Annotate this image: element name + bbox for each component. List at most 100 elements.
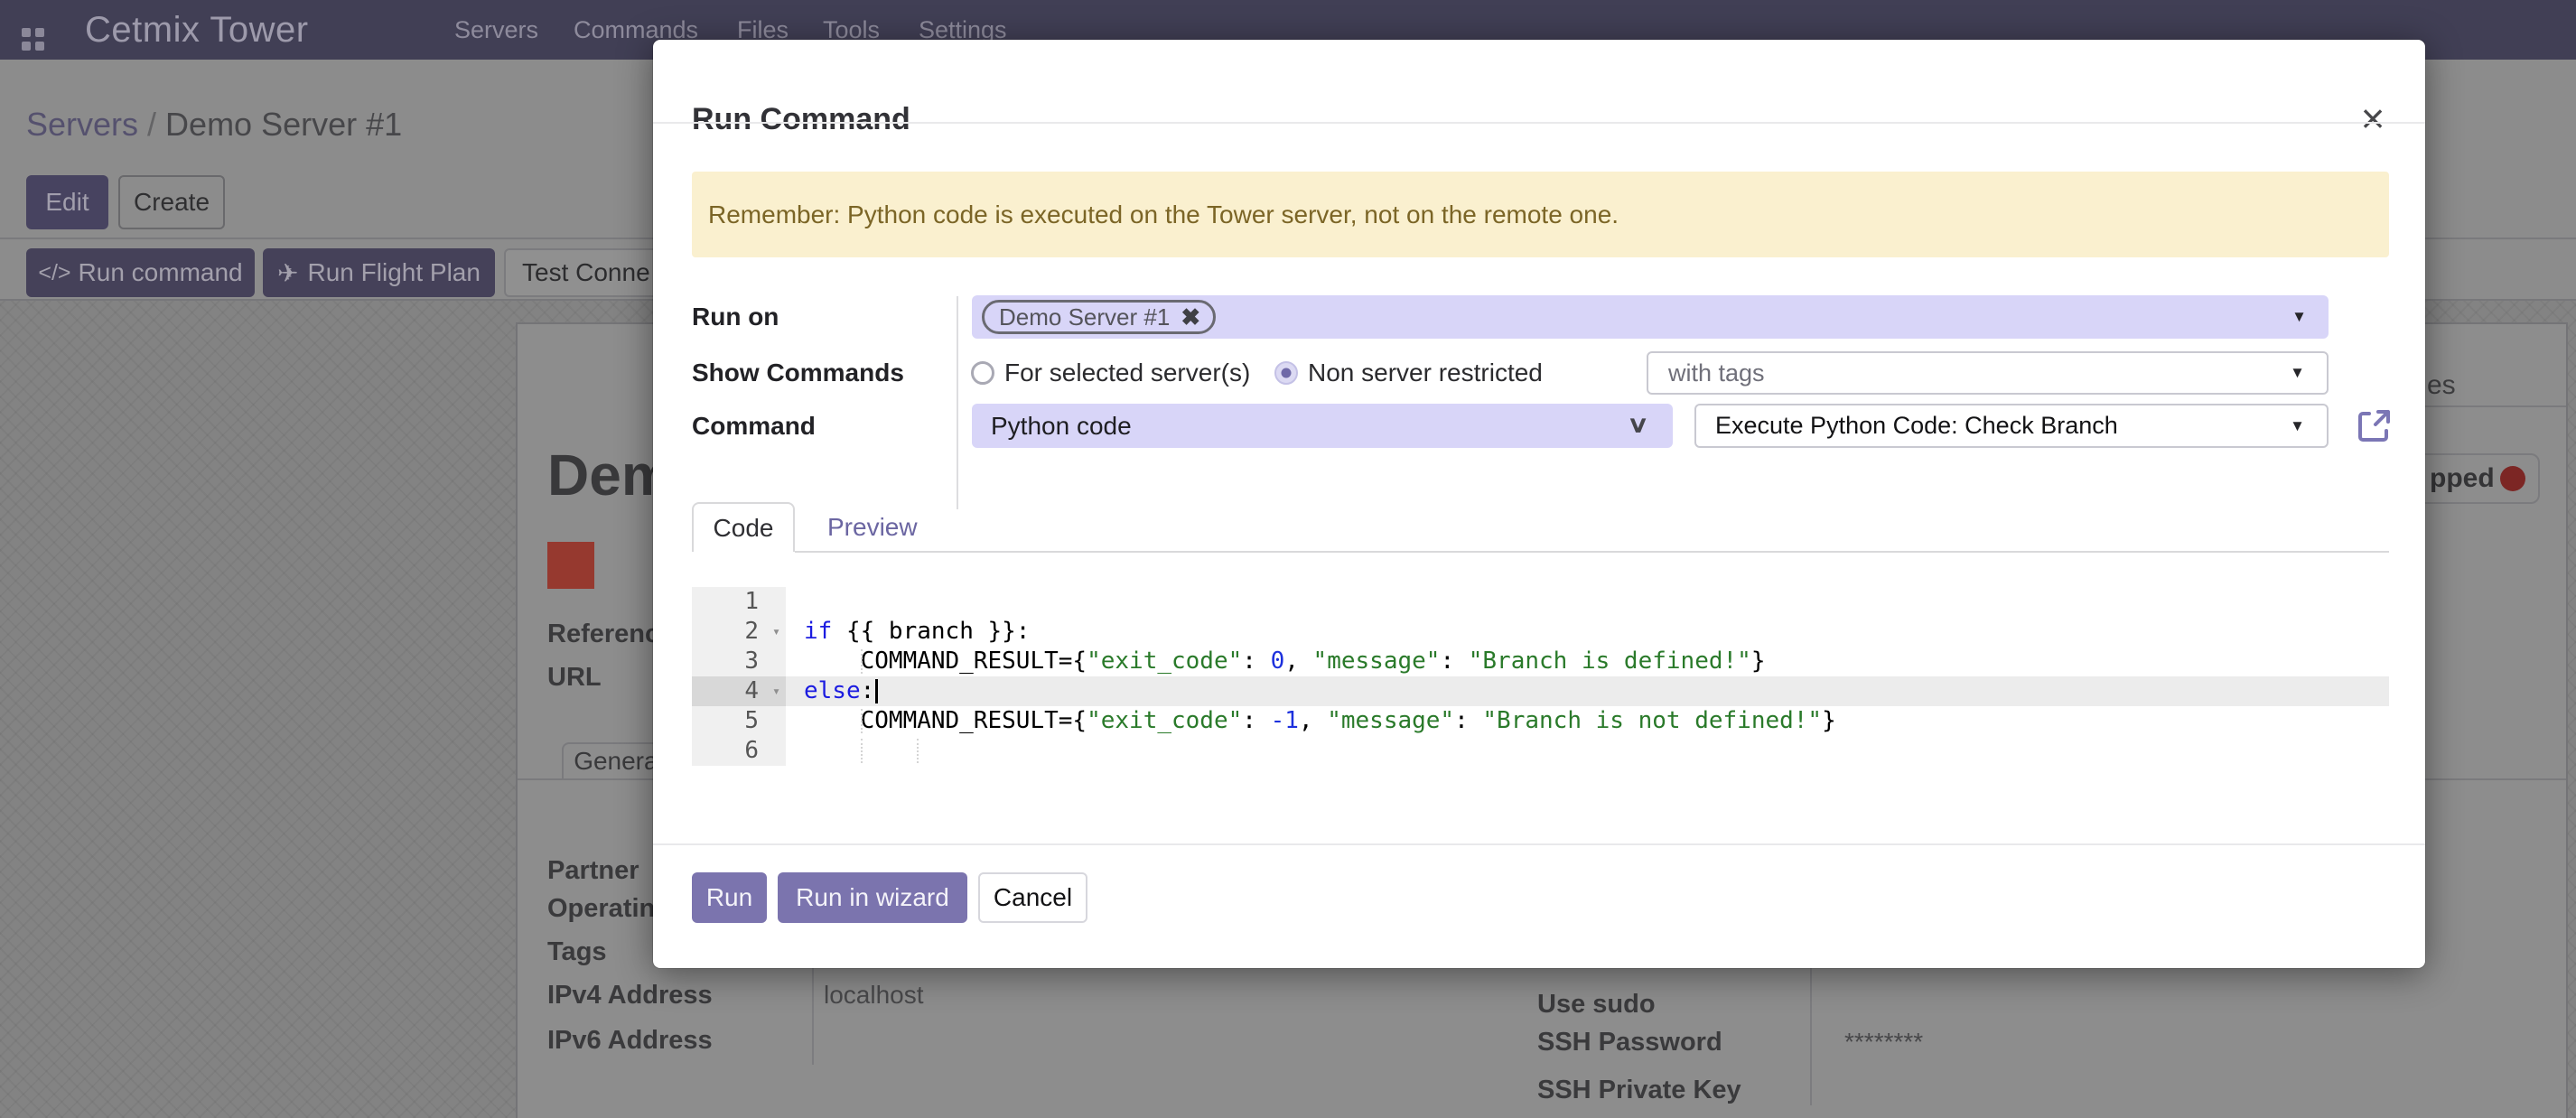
code-token: : bbox=[1242, 707, 1270, 734]
code-line: if {{ branch }}: bbox=[786, 617, 2389, 647]
indent-guide bbox=[861, 739, 863, 763]
fold-toggle-icon[interactable]: ▾ bbox=[772, 676, 780, 706]
modal-footer-divider bbox=[653, 843, 2425, 845]
run-flight-plan-label: Run Flight Plan bbox=[308, 258, 481, 287]
code-token: COMMAND_RESULT={ bbox=[804, 707, 1087, 734]
field-label-partner: Partner bbox=[547, 852, 639, 889]
indent-guide bbox=[861, 709, 863, 733]
field-label-ipv4: IPv4 Address bbox=[547, 977, 713, 1013]
command-label: Command bbox=[692, 404, 816, 448]
code-token: COMMAND_RESULT={ bbox=[804, 648, 1087, 675]
tag-remove-icon[interactable]: ✖ bbox=[1181, 303, 1200, 331]
apps-grid-icon[interactable] bbox=[22, 28, 44, 51]
code-token: "exit_code" bbox=[1087, 707, 1242, 734]
code-token: "message" bbox=[1313, 648, 1441, 675]
run-command-button[interactable]: </> Run command bbox=[26, 248, 255, 297]
show-commands-label: Show Commands bbox=[692, 350, 904, 396]
breadcrumb-servers-link[interactable]: Servers bbox=[26, 106, 138, 143]
gutter-line-number: 1 bbox=[692, 587, 786, 617]
nav-item-servers[interactable]: Servers bbox=[454, 0, 538, 60]
run-on-multiselect[interactable]: Demo Server #1 ✖ ▼ bbox=[972, 295, 2329, 339]
field-label-url: URL bbox=[547, 659, 602, 695]
breadcrumb: Servers/Demo Server #1 bbox=[26, 99, 402, 150]
server-color-swatch[interactable] bbox=[547, 542, 594, 589]
server-tag-label: Demo Server #1 bbox=[999, 303, 1170, 331]
command-name-select[interactable]: Execute Python Code: Check Branch ▼ bbox=[1694, 404, 2329, 448]
test-connection-label: Test Conne bbox=[522, 258, 650, 287]
code-token: , bbox=[1284, 648, 1312, 675]
command-name-value: Execute Python Code: Check Branch bbox=[1715, 405, 2118, 446]
field-label-ipv6: IPv6 Address bbox=[547, 1022, 713, 1058]
gutter-line-number: 3 bbox=[692, 647, 786, 676]
tab-code[interactable]: Code bbox=[692, 502, 795, 552]
code-token: , bbox=[1299, 707, 1327, 734]
edit-button[interactable]: Edit bbox=[26, 175, 108, 229]
field-label-ssh-password: SSH Password bbox=[1537, 1024, 1722, 1060]
code-token: 0 bbox=[1271, 648, 1285, 675]
code-line: COMMAND_RESULT={"exit_code": -1, "messag… bbox=[786, 706, 2389, 736]
warning-alert-text: Remember: Python code is executed on the… bbox=[708, 200, 1619, 229]
run-in-wizard-button[interactable]: Run in wizard bbox=[778, 872, 967, 923]
code-brackets-icon: </> bbox=[38, 260, 70, 286]
run-command-modal: Run Command × Remember: Python code is e… bbox=[653, 40, 2425, 968]
run-command-label: Run command bbox=[79, 258, 243, 287]
stat-button-fragment[interactable]: es bbox=[2427, 368, 2456, 404]
field-value-ipv4: localhost bbox=[824, 977, 924, 1013]
code-line bbox=[786, 587, 2389, 617]
indent-guide bbox=[917, 739, 919, 763]
code-token: else bbox=[804, 677, 861, 704]
field-label-ssh-private-key: SSH Private Key bbox=[1537, 1072, 1741, 1108]
code-token: "Branch is not defined!" bbox=[1482, 707, 1822, 734]
plane-icon: ✈ bbox=[277, 258, 298, 288]
chevron-down-icon: ▼ bbox=[2290, 364, 2305, 382]
code-token: -1 bbox=[1271, 707, 1299, 734]
field-label-use-sudo: Use sudo bbox=[1537, 986, 1656, 1022]
radio-for-selected-servers-label[interactable]: For selected server(s) bbox=[1004, 350, 1250, 396]
command-type-value: Python code bbox=[991, 404, 1132, 448]
code-editor[interactable]: if {{ branch }}: COMMAND_RESULT={"exit_c… bbox=[786, 587, 2389, 766]
radio-non-server-restricted-label[interactable]: Non server restricted bbox=[1308, 350, 1543, 396]
code-token: } bbox=[1751, 648, 1766, 675]
with-tags-placeholder: with tags bbox=[1668, 353, 1765, 393]
code-line bbox=[786, 736, 2389, 766]
app-brand[interactable]: Cetmix Tower bbox=[85, 0, 309, 60]
field-label-tags: Tags bbox=[547, 934, 607, 970]
tabbar-divider bbox=[795, 551, 2389, 553]
code-token: "Branch is defined!" bbox=[1469, 648, 1751, 675]
modal-header-divider bbox=[653, 122, 2425, 124]
chevron-down-icon: ▼ bbox=[2291, 308, 2307, 326]
code-line: else: bbox=[786, 676, 2389, 706]
external-link-icon[interactable] bbox=[2356, 406, 2394, 444]
code-token: : bbox=[1440, 648, 1468, 675]
status-dot-icon bbox=[2500, 466, 2525, 491]
chevron-down-icon: ∨ bbox=[1627, 411, 1649, 438]
code-token: : bbox=[1454, 707, 1482, 734]
cancel-button[interactable]: Cancel bbox=[978, 872, 1087, 923]
indent-guide bbox=[861, 649, 863, 674]
breadcrumb-separator: / bbox=[138, 106, 165, 143]
tab-preview[interactable]: Preview bbox=[827, 502, 918, 552]
command-type-select[interactable]: Python code ∨ bbox=[972, 404, 1673, 448]
editor-gutter: 12▾34▾56 bbox=[692, 587, 786, 766]
code-token: "exit_code" bbox=[1087, 648, 1242, 675]
chevron-down-icon: ▼ bbox=[2290, 417, 2305, 435]
warning-alert: Remember: Python code is executed on the… bbox=[692, 172, 2389, 257]
code-token: } bbox=[1822, 707, 1836, 734]
create-button[interactable]: Create bbox=[118, 175, 225, 229]
breadcrumb-current: Demo Server #1 bbox=[165, 106, 402, 143]
radio-for-selected-servers[interactable] bbox=[971, 361, 994, 385]
code-token: : bbox=[1242, 648, 1270, 675]
run-button[interactable]: Run bbox=[692, 872, 767, 923]
run-flight-plan-button[interactable]: ✈ Run Flight Plan bbox=[263, 248, 495, 297]
gutter-line-number: 2▾ bbox=[692, 617, 786, 647]
server-status-label: pped bbox=[2430, 453, 2495, 504]
screen: Cetmix Tower Servers Commands Files Tool… bbox=[0, 0, 2576, 1118]
code-token: if bbox=[804, 618, 832, 645]
with-tags-select[interactable]: with tags ▼ bbox=[1647, 351, 2329, 395]
close-icon[interactable]: × bbox=[2351, 98, 2394, 141]
code-token: "message" bbox=[1327, 707, 1454, 734]
form-separator bbox=[957, 296, 958, 509]
run-on-label: Run on bbox=[692, 295, 779, 339]
radio-non-server-restricted[interactable] bbox=[1274, 361, 1298, 385]
fold-toggle-icon[interactable]: ▾ bbox=[772, 617, 780, 647]
